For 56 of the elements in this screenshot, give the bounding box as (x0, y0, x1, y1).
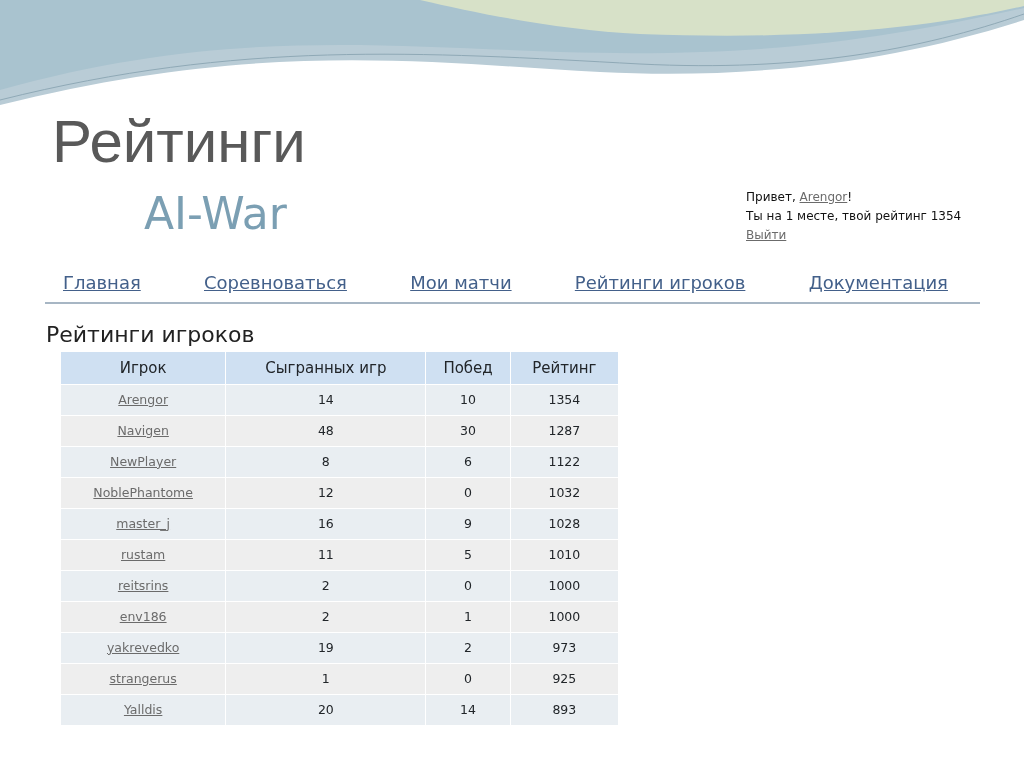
table-cell: 16 (225, 508, 426, 540)
table-cell: 1354 (510, 384, 619, 416)
table-cell: 1 (225, 663, 426, 695)
table-cell: 8 (225, 446, 426, 478)
table-cell: 1000 (510, 601, 619, 633)
table-cell: 973 (510, 632, 619, 664)
table-cell: 9 (425, 508, 511, 540)
player-link[interactable]: env186 (119, 608, 167, 624)
player-link[interactable]: Arengor (118, 391, 168, 407)
table-cell: 2 (425, 632, 511, 664)
table-cell: 1122 (510, 446, 619, 478)
table-cell: 14 (425, 694, 511, 726)
player-link[interactable]: rustam (121, 546, 166, 562)
table-cell: 10 (425, 384, 511, 416)
greeting-text: Привет, Arengor! (746, 189, 854, 206)
table-cell: 11 (225, 539, 426, 571)
column-header: Рейтинг (510, 352, 619, 385)
logout-link[interactable]: Выйти (746, 228, 787, 242)
table-cell: 5 (425, 539, 511, 571)
user-link[interactable]: Arengor (799, 190, 848, 204)
table-cell: 1000 (510, 570, 619, 602)
rank-text: Ты на 1 месте, твой рейтинг 1354 (746, 208, 963, 225)
column-header: Игрок (60, 352, 226, 385)
table-cell: 0 (425, 663, 511, 695)
site-title: AI-War (144, 192, 287, 241)
table-cell: 6 (425, 446, 511, 478)
slide-title: Рейтинги (52, 112, 307, 172)
table-cell: 1287 (510, 415, 619, 447)
table-cell: 893 (510, 694, 619, 726)
table-cell: 14 (225, 384, 426, 416)
column-header: Сыгранных игр (225, 352, 426, 385)
nav-link[interactable]: Мои матчи (410, 269, 512, 296)
player-link[interactable]: master_j (116, 515, 171, 531)
table-cell: 20 (225, 694, 426, 726)
table-cell: 1 (425, 601, 511, 633)
player-link[interactable]: reitsrins (117, 577, 169, 593)
column-header: Побед (425, 352, 511, 385)
nav-link[interactable]: Главная (63, 269, 141, 296)
nav-link[interactable]: Соревноваться (204, 269, 347, 296)
nav-link[interactable]: Рейтинги игроков (574, 269, 746, 296)
table-cell: 0 (425, 570, 511, 602)
table-cell: 19 (225, 632, 426, 664)
table-cell: 30 (425, 415, 511, 447)
table-cell: 48 (225, 415, 426, 447)
table-cell: 2 (225, 601, 426, 633)
player-link[interactable]: Navigen (117, 422, 169, 438)
nav-link[interactable]: Документация (808, 269, 948, 296)
table-cell: 1028 (510, 508, 619, 540)
table-cell: 1010 (510, 539, 619, 571)
table-cell: 1032 (510, 477, 619, 509)
table-cell: 12 (225, 477, 426, 509)
player-link[interactable]: Yalldis (123, 701, 163, 717)
table-cell: 925 (510, 663, 619, 695)
table-cell: 2 (225, 570, 426, 602)
table-cell: 0 (425, 477, 511, 509)
section-heading: Рейтинги игроков (46, 322, 256, 349)
